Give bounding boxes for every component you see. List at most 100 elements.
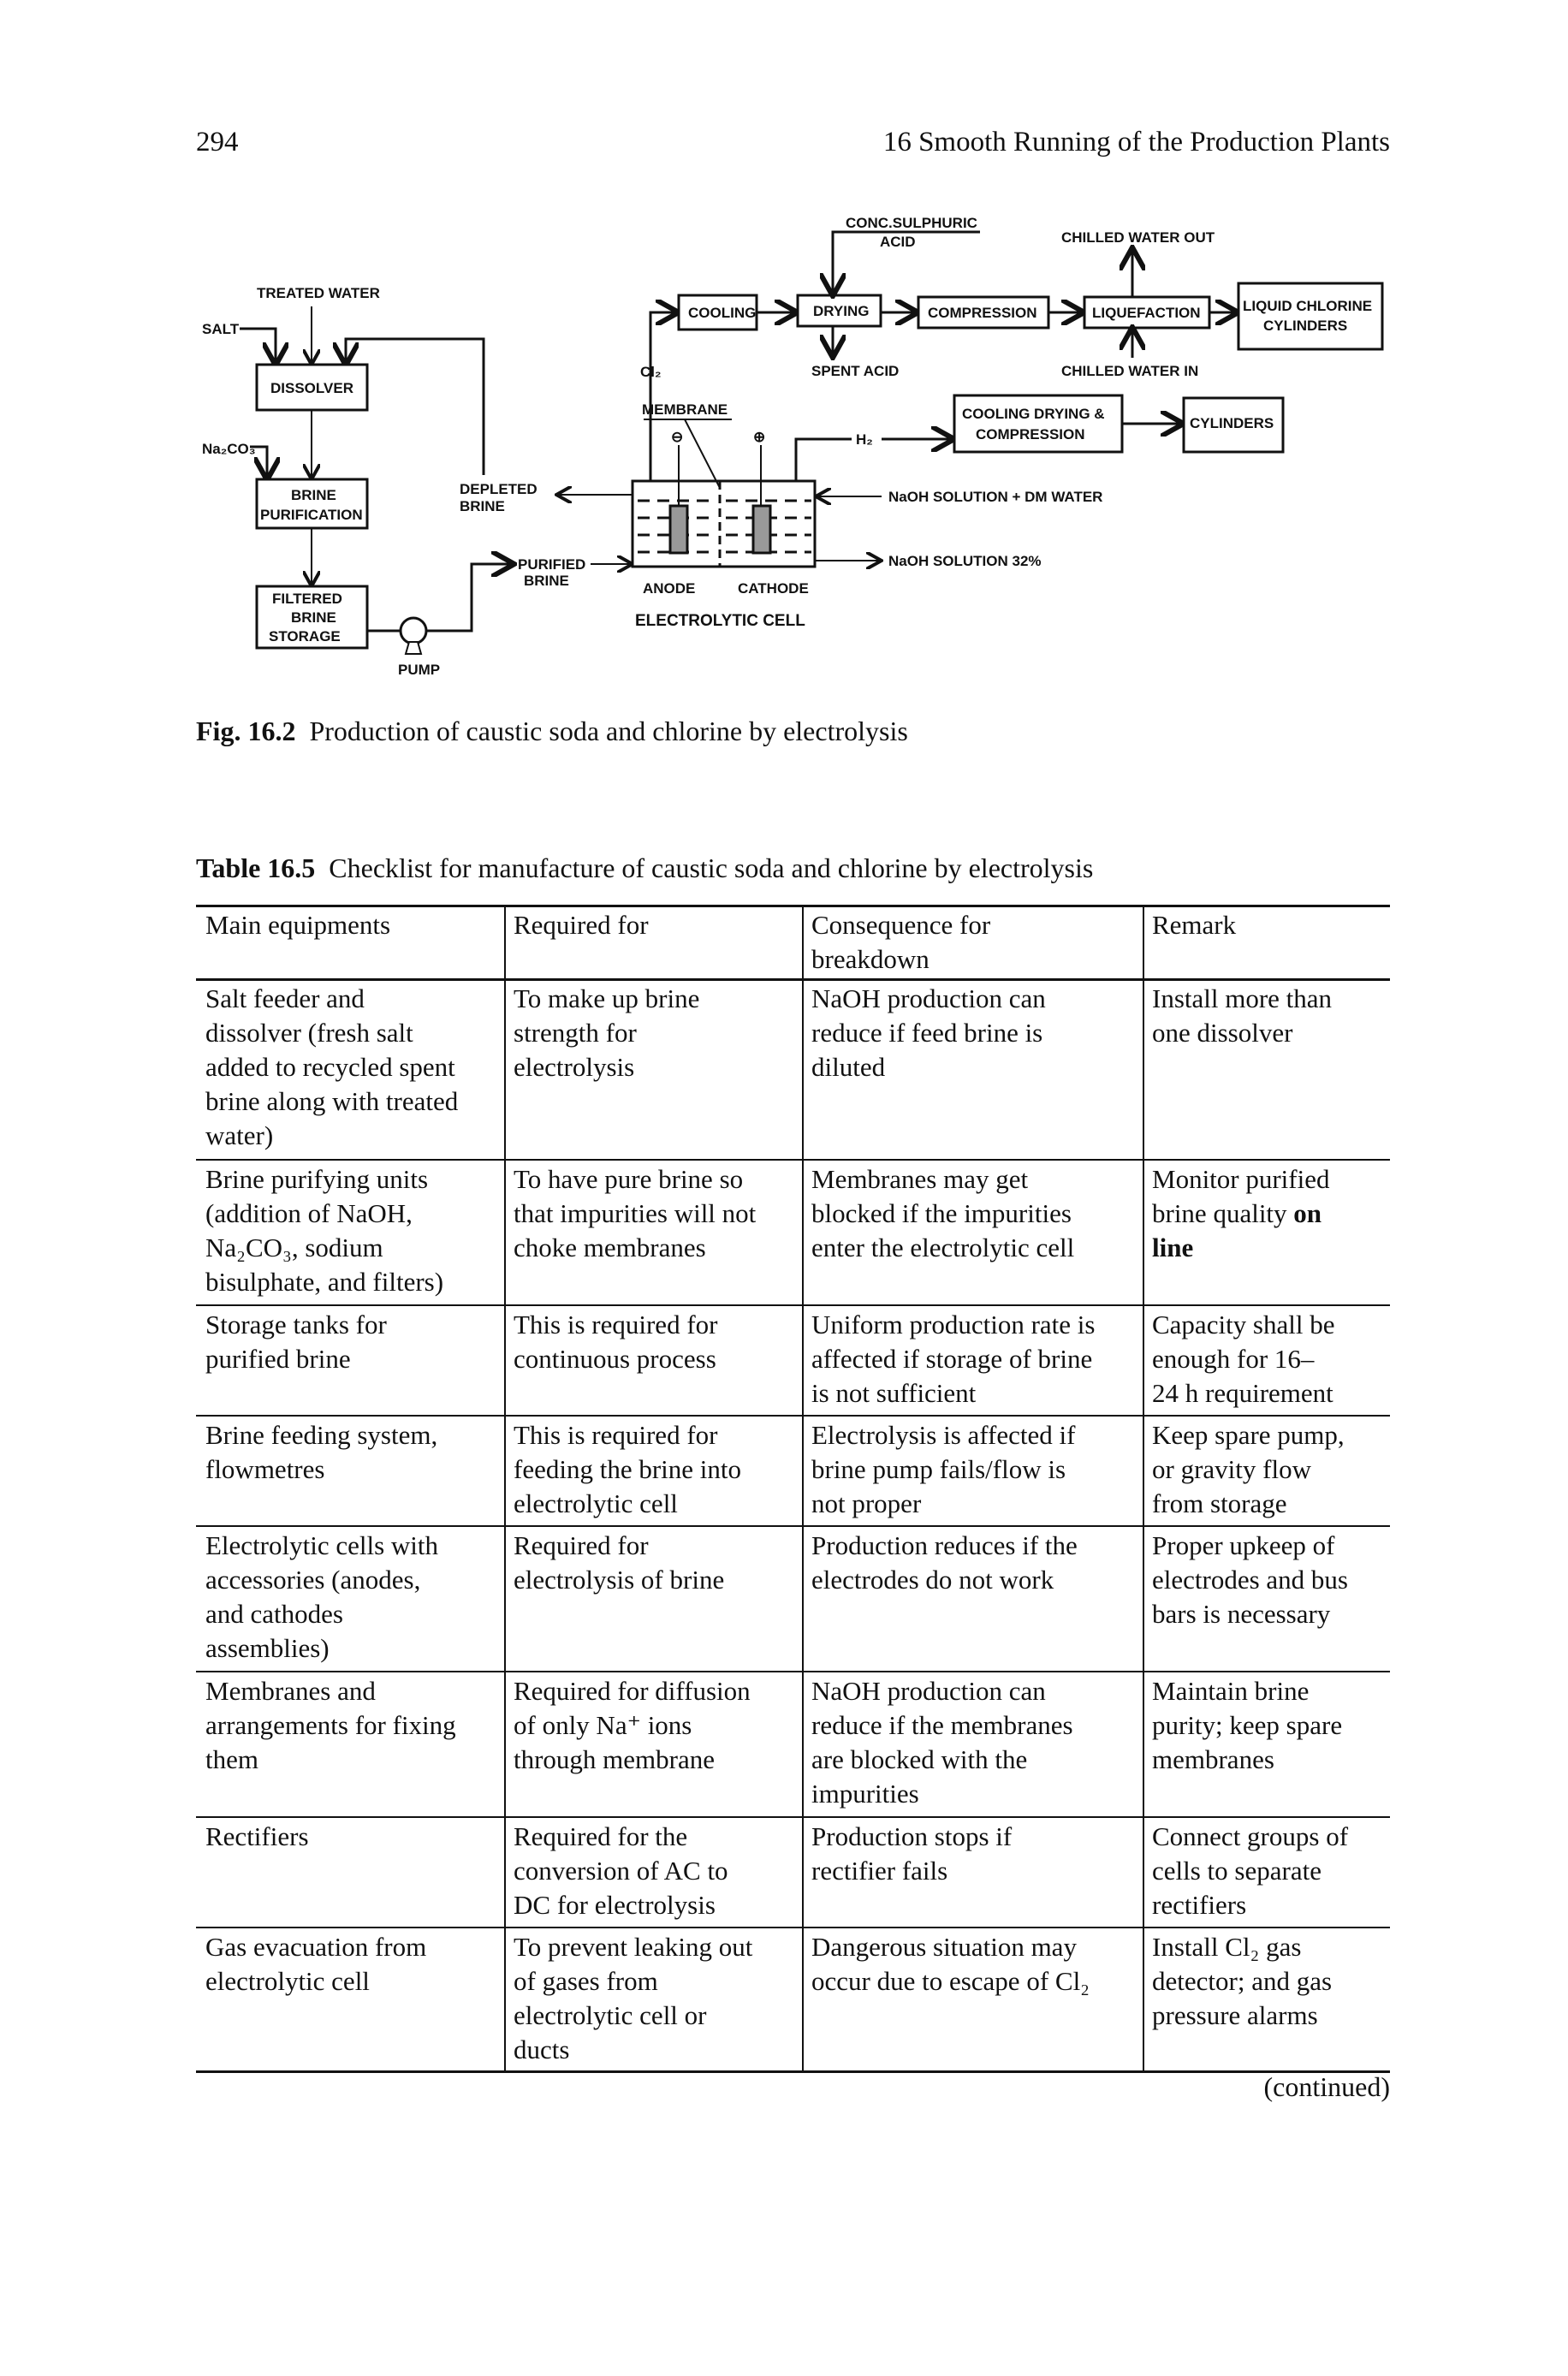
- label-electrolytic-cell: ELECTROLYTIC CELL: [635, 612, 805, 630]
- cell-line: are blocked with the: [811, 1744, 1028, 1774]
- label-liquefaction: LIQUEFACTION: [1092, 305, 1201, 321]
- cell-remark: Connect groups of cells to separate rectif…: [1152, 1816, 1348, 1922]
- cell-line: purity; keep spare: [1152, 1710, 1343, 1740]
- cell-line: reduce if feed brine is: [811, 1018, 1043, 1048]
- electrolytic-cell: [631, 479, 817, 568]
- cell-line: Membranes and: [205, 1676, 376, 1706]
- cell-consequence: Uniform production rate is affected if st…: [811, 1304, 1095, 1411]
- label-pump: PUMP: [398, 662, 440, 678]
- cell-line: Remark: [1152, 910, 1237, 940]
- cell-line: (addition of NaOH,: [205, 1198, 413, 1228]
- header-required-for: Required for: [514, 905, 649, 942]
- label-salt: SALT: [202, 321, 240, 337]
- cell-consequence: Production reduces if the electrodes do n…: [811, 1525, 1078, 1597]
- cell-line: ducts: [514, 2034, 570, 2064]
- cell-main-equipment: Brine feeding system, flowmetres: [205, 1415, 437, 1487]
- cell-line: or gravity flow: [1152, 1454, 1311, 1484]
- cell-line: Brine feeding system,: [205, 1420, 438, 1450]
- cell-line: To prevent leaking out: [514, 1932, 753, 1962]
- cell-line: Proper upkeep of: [1152, 1530, 1335, 1560]
- label-na2co3: Na₂CO₃: [202, 441, 256, 457]
- label-brine-purification: BRINE: [291, 487, 336, 503]
- label-membrane: MEMBRANE: [642, 401, 728, 418]
- cell-line: Connect groups of: [1152, 1821, 1349, 1851]
- label-spent-acid: SPENT ACID: [811, 363, 899, 379]
- cell-line: one dissolver: [1152, 1018, 1293, 1048]
- cell-line: Required for diffusion: [514, 1676, 751, 1706]
- cell-line: Salt feeder and: [205, 983, 365, 1013]
- cell-line: not proper: [811, 1488, 922, 1518]
- cell-line: water): [205, 1120, 274, 1150]
- pump-base-icon: [404, 641, 423, 655]
- cell-required-for: To have pure brine so that impurities wil…: [514, 1159, 756, 1265]
- cell-line: Required for: [514, 910, 649, 940]
- cell-line: electrodes and bus: [1152, 1565, 1348, 1595]
- cell-line: enter the electrolytic cell: [811, 1233, 1075, 1262]
- figure-label: Fig. 16.2: [196, 716, 296, 746]
- cell-line: reduce if the membranes: [811, 1710, 1073, 1740]
- cell-line: To make up brine: [514, 983, 700, 1013]
- cell-line: Production reduces if the: [811, 1530, 1078, 1560]
- cell-consequence: Membranes may get blocked if the impuriti…: [811, 1159, 1074, 1265]
- cell-main-equipment: Electrolytic cells with accessories (anod…: [205, 1525, 438, 1666]
- cell-line: membranes: [1152, 1744, 1274, 1774]
- anode-terminal-icon: ⊖: [671, 429, 683, 445]
- cell-line: brine quality on: [1152, 1197, 1330, 1231]
- cell-line: Electrolysis is affected if: [811, 1420, 1076, 1450]
- label-purified-brine: BRINE: [524, 573, 569, 589]
- label-conc-sulphuric: CONC.SULPHURIC: [846, 215, 977, 231]
- cell-line: affected if storage of brine: [811, 1344, 1093, 1374]
- cell-line: Required for the: [514, 1821, 688, 1851]
- label-h2: H₂: [856, 431, 873, 448]
- label-liquid-chlorine-cylinders: CYLINDERS: [1263, 318, 1347, 334]
- column-divider: [1143, 905, 1144, 2070]
- cell-line: Capacity shall be: [1152, 1310, 1335, 1339]
- cell-main-equipment: Gas evacuation from electrolytic cell: [205, 1927, 426, 1999]
- cell-line: from storage: [1152, 1488, 1287, 1518]
- cell-line: To have pure brine so: [514, 1164, 744, 1194]
- cell-line: bars is necessary: [1152, 1599, 1331, 1629]
- cell-line: Electrolytic cells with: [205, 1530, 439, 1560]
- cell-line: breakdown: [811, 944, 930, 974]
- cell-line: NaOH production can: [811, 1676, 1046, 1706]
- label-filtered-brine: BRINE: [291, 609, 336, 626]
- cell-line: Brine purifying units: [205, 1164, 429, 1194]
- cell-line: Monitor purified: [1152, 1164, 1330, 1194]
- label-filtered: FILTERED: [272, 591, 342, 607]
- cell-remark: Proper upkeep of electrodes and bus bars i…: [1152, 1525, 1348, 1631]
- label-compression: COMPRESSION: [928, 305, 1037, 321]
- cell-line: Dangerous situation may: [811, 1932, 1077, 1962]
- cell-required-for: Required for electrolysis of brine: [514, 1525, 724, 1597]
- label-cl2: Cl₂: [640, 364, 662, 380]
- cathode-electrode: [751, 504, 772, 555]
- cell-line: NaOH production can: [811, 983, 1046, 1013]
- cell-line: occur due to escape of Cl₂: [811, 1966, 1090, 1996]
- cell-main-equipment: Membranes and arrangements for fixing them: [205, 1671, 456, 1777]
- cell-line: Install Cl₂ gas: [1152, 1932, 1302, 1962]
- cell-line: dissolver (fresh salt: [205, 1018, 413, 1048]
- table-label: Table 16.5: [196, 852, 316, 883]
- header-remark: Remark: [1152, 905, 1236, 942]
- cell-line: This is required for: [514, 1310, 718, 1339]
- cell-line: Gas evacuation from: [205, 1932, 427, 1962]
- continued-note: (continued): [1263, 2071, 1391, 2102]
- cell-required-for: To make up brine strength for electrolysis: [514, 978, 699, 1084]
- cell-line: choke membranes: [514, 1233, 706, 1262]
- cell-line: them: [205, 1744, 258, 1774]
- purified-brine-line: [426, 564, 512, 633]
- label-purified: PURIFIED: [518, 556, 585, 573]
- cell-line: that impurities will not: [514, 1198, 757, 1228]
- cell-line: electrolysis: [514, 1052, 635, 1082]
- cell-line: arrangements for fixing: [205, 1710, 456, 1740]
- label-h2-process-2: COMPRESSION: [976, 426, 1085, 443]
- label-naoh-dm-water: NaOH SOLUTION + DM WATER: [888, 489, 1102, 505]
- checklist-table: Main equipments Required for Consequence f…: [196, 905, 1390, 2073]
- cell-main-equipment: Rectifiers: [205, 1816, 309, 1854]
- cell-remark: Install Cl₂ gas detector; and gas pressure…: [1152, 1927, 1332, 2033]
- cell-line: Consequence for: [811, 910, 991, 940]
- cell-line: of only Na⁺ ions: [514, 1710, 692, 1740]
- cell-line: Maintain brine: [1152, 1676, 1310, 1706]
- cell-line: bisulphate, and filters): [205, 1267, 444, 1297]
- cell-remark: Keep spare pump, or gravity flow from stor…: [1152, 1415, 1345, 1521]
- cell-line: impurities: [811, 1779, 919, 1809]
